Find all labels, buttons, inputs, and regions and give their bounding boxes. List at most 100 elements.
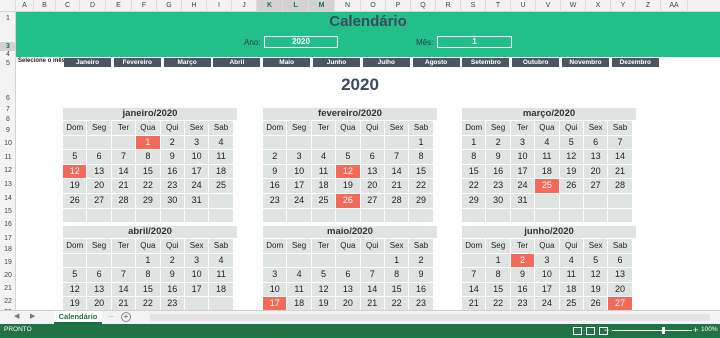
day-cell[interactable]: 14	[111, 164, 136, 179]
day-cell[interactable]: 15	[384, 282, 409, 297]
day-cell[interactable]: 11	[209, 268, 233, 282]
day-cell[interactable]: 4	[287, 268, 311, 282]
day-cell[interactable]: 27	[583, 179, 608, 193]
day-cell[interactable]: 3	[184, 253, 209, 268]
day-cell[interactable]: 19	[63, 297, 87, 311]
day-cell[interactable]: 18	[559, 282, 583, 297]
day-cell[interactable]: 26	[583, 297, 608, 311]
year-input[interactable]: 2020	[264, 36, 338, 48]
day-cell[interactable]: 17	[263, 297, 287, 311]
day-cell[interactable]: 10	[184, 150, 209, 164]
tab-calendario[interactable]: Calendário	[54, 311, 102, 324]
day-cell[interactable]: 10	[535, 268, 559, 282]
row-header[interactable]: 21	[0, 284, 16, 293]
day-cell[interactable]: 21	[360, 297, 384, 311]
day-cell[interactable]: 22	[462, 179, 486, 193]
row-header[interactable]: 14	[0, 194, 16, 203]
day-cell[interactable]: 21	[111, 297, 136, 311]
select-all-corner[interactable]	[0, 0, 16, 12]
day-cell[interactable]: 3	[287, 150, 311, 164]
day-cell[interactable]: 20	[608, 282, 632, 297]
day-cell[interactable]: 23	[263, 193, 287, 208]
day-cell[interactable]: 18	[535, 164, 559, 179]
column-header[interactable]: J	[232, 0, 257, 12]
day-cell[interactable]: 4	[311, 150, 336, 164]
row-header[interactable]: 13	[0, 180, 16, 189]
month-button-junho[interactable]: Junho	[313, 58, 360, 67]
day-cell[interactable]: 9	[160, 268, 184, 282]
column-header[interactable]: T	[486, 0, 511, 12]
zoom-out-icon[interactable]: −	[604, 325, 609, 335]
day-cell[interactable]: 20	[583, 164, 608, 179]
day-cell[interactable]: 28	[111, 193, 136, 208]
column-header[interactable]: B	[34, 0, 56, 12]
day-cell[interactable]: 1	[462, 135, 486, 150]
day-cell[interactable]: 19	[336, 179, 360, 193]
day-cell[interactable]: 11	[209, 150, 233, 164]
day-cell[interactable]: 24	[287, 193, 311, 208]
month-button-março[interactable]: Março	[163, 58, 211, 67]
day-cell[interactable]: 4	[535, 135, 559, 150]
day-cell[interactable]: 31	[510, 193, 535, 208]
day-cell[interactable]: 7	[111, 150, 136, 164]
month-button-novembro[interactable]: Novembro	[562, 58, 609, 67]
day-cell[interactable]: 3	[535, 253, 559, 268]
day-cell[interactable]: 24	[184, 179, 209, 193]
day-cell[interactable]: 10	[184, 268, 209, 282]
day-cell[interactable]: 20	[336, 297, 360, 311]
day-cell[interactable]: 6	[360, 150, 384, 164]
row-header[interactable]: 10	[0, 139, 16, 148]
day-cell[interactable]: 1	[136, 135, 160, 150]
day-cell[interactable]: 19	[559, 164, 583, 179]
day-cell[interactable]: 14	[384, 164, 409, 179]
row-header[interactable]: 4	[0, 50, 16, 59]
day-cell[interactable]: 22	[486, 297, 510, 311]
day-cell[interactable]: 12	[583, 268, 608, 282]
row-header[interactable]: 8	[0, 115, 16, 124]
column-header[interactable]: A	[16, 0, 34, 12]
day-cell[interactable]: 21	[608, 164, 632, 179]
day-cell[interactable]: 6	[336, 268, 360, 282]
column-header[interactable]: P	[386, 0, 411, 12]
day-cell[interactable]: 8	[462, 150, 486, 164]
day-cell[interactable]: 26	[559, 179, 583, 193]
day-cell[interactable]: 19	[583, 282, 608, 297]
day-cell[interactable]: 23	[160, 297, 184, 311]
day-cell[interactable]: 1	[409, 135, 433, 150]
row-header[interactable]: 17	[0, 234, 16, 243]
day-cell[interactable]: 8	[136, 268, 160, 282]
day-cell[interactable]: 5	[559, 135, 583, 150]
day-cell[interactable]: 2	[160, 253, 184, 268]
day-cell[interactable]: 6	[87, 268, 111, 282]
day-cell[interactable]: 12	[311, 282, 336, 297]
day-cell[interactable]: 9	[510, 268, 535, 282]
month-button-abril[interactable]: Abril	[213, 58, 261, 67]
column-header[interactable]: S	[461, 0, 486, 12]
day-cell[interactable]: 2	[160, 135, 184, 150]
day-cell[interactable]: 25	[535, 179, 559, 193]
column-header[interactable]: W	[561, 0, 586, 12]
day-cell[interactable]: 18	[209, 282, 233, 297]
day-cell[interactable]: 28	[608, 179, 632, 193]
day-cell[interactable]: 11	[311, 164, 336, 179]
prev-sheet-icon[interactable]: ◀	[14, 312, 19, 320]
day-cell[interactable]: 24	[510, 179, 535, 193]
day-cell[interactable]: 27	[87, 193, 111, 208]
day-cell[interactable]: 13	[583, 150, 608, 164]
day-cell[interactable]: 17	[184, 282, 209, 297]
day-cell[interactable]: 22	[136, 179, 160, 193]
day-cell[interactable]: 22	[409, 179, 433, 193]
day-cell[interactable]: 1	[384, 253, 409, 268]
month-button-agosto[interactable]: Agosto	[412, 58, 460, 67]
day-cell[interactable]: 13	[87, 164, 111, 179]
day-cell[interactable]: 7	[462, 268, 486, 282]
day-cell[interactable]: 6	[608, 253, 632, 268]
day-cell[interactable]: 16	[486, 164, 510, 179]
day-cell[interactable]: 4	[559, 253, 583, 268]
add-sheet-icon[interactable]: +	[121, 312, 131, 322]
day-cell[interactable]: 3	[184, 135, 209, 150]
day-cell[interactable]: 16	[160, 164, 184, 179]
day-cell[interactable]: 13	[336, 282, 360, 297]
day-cell[interactable]: 11	[559, 268, 583, 282]
column-header[interactable]: AA	[661, 0, 688, 12]
